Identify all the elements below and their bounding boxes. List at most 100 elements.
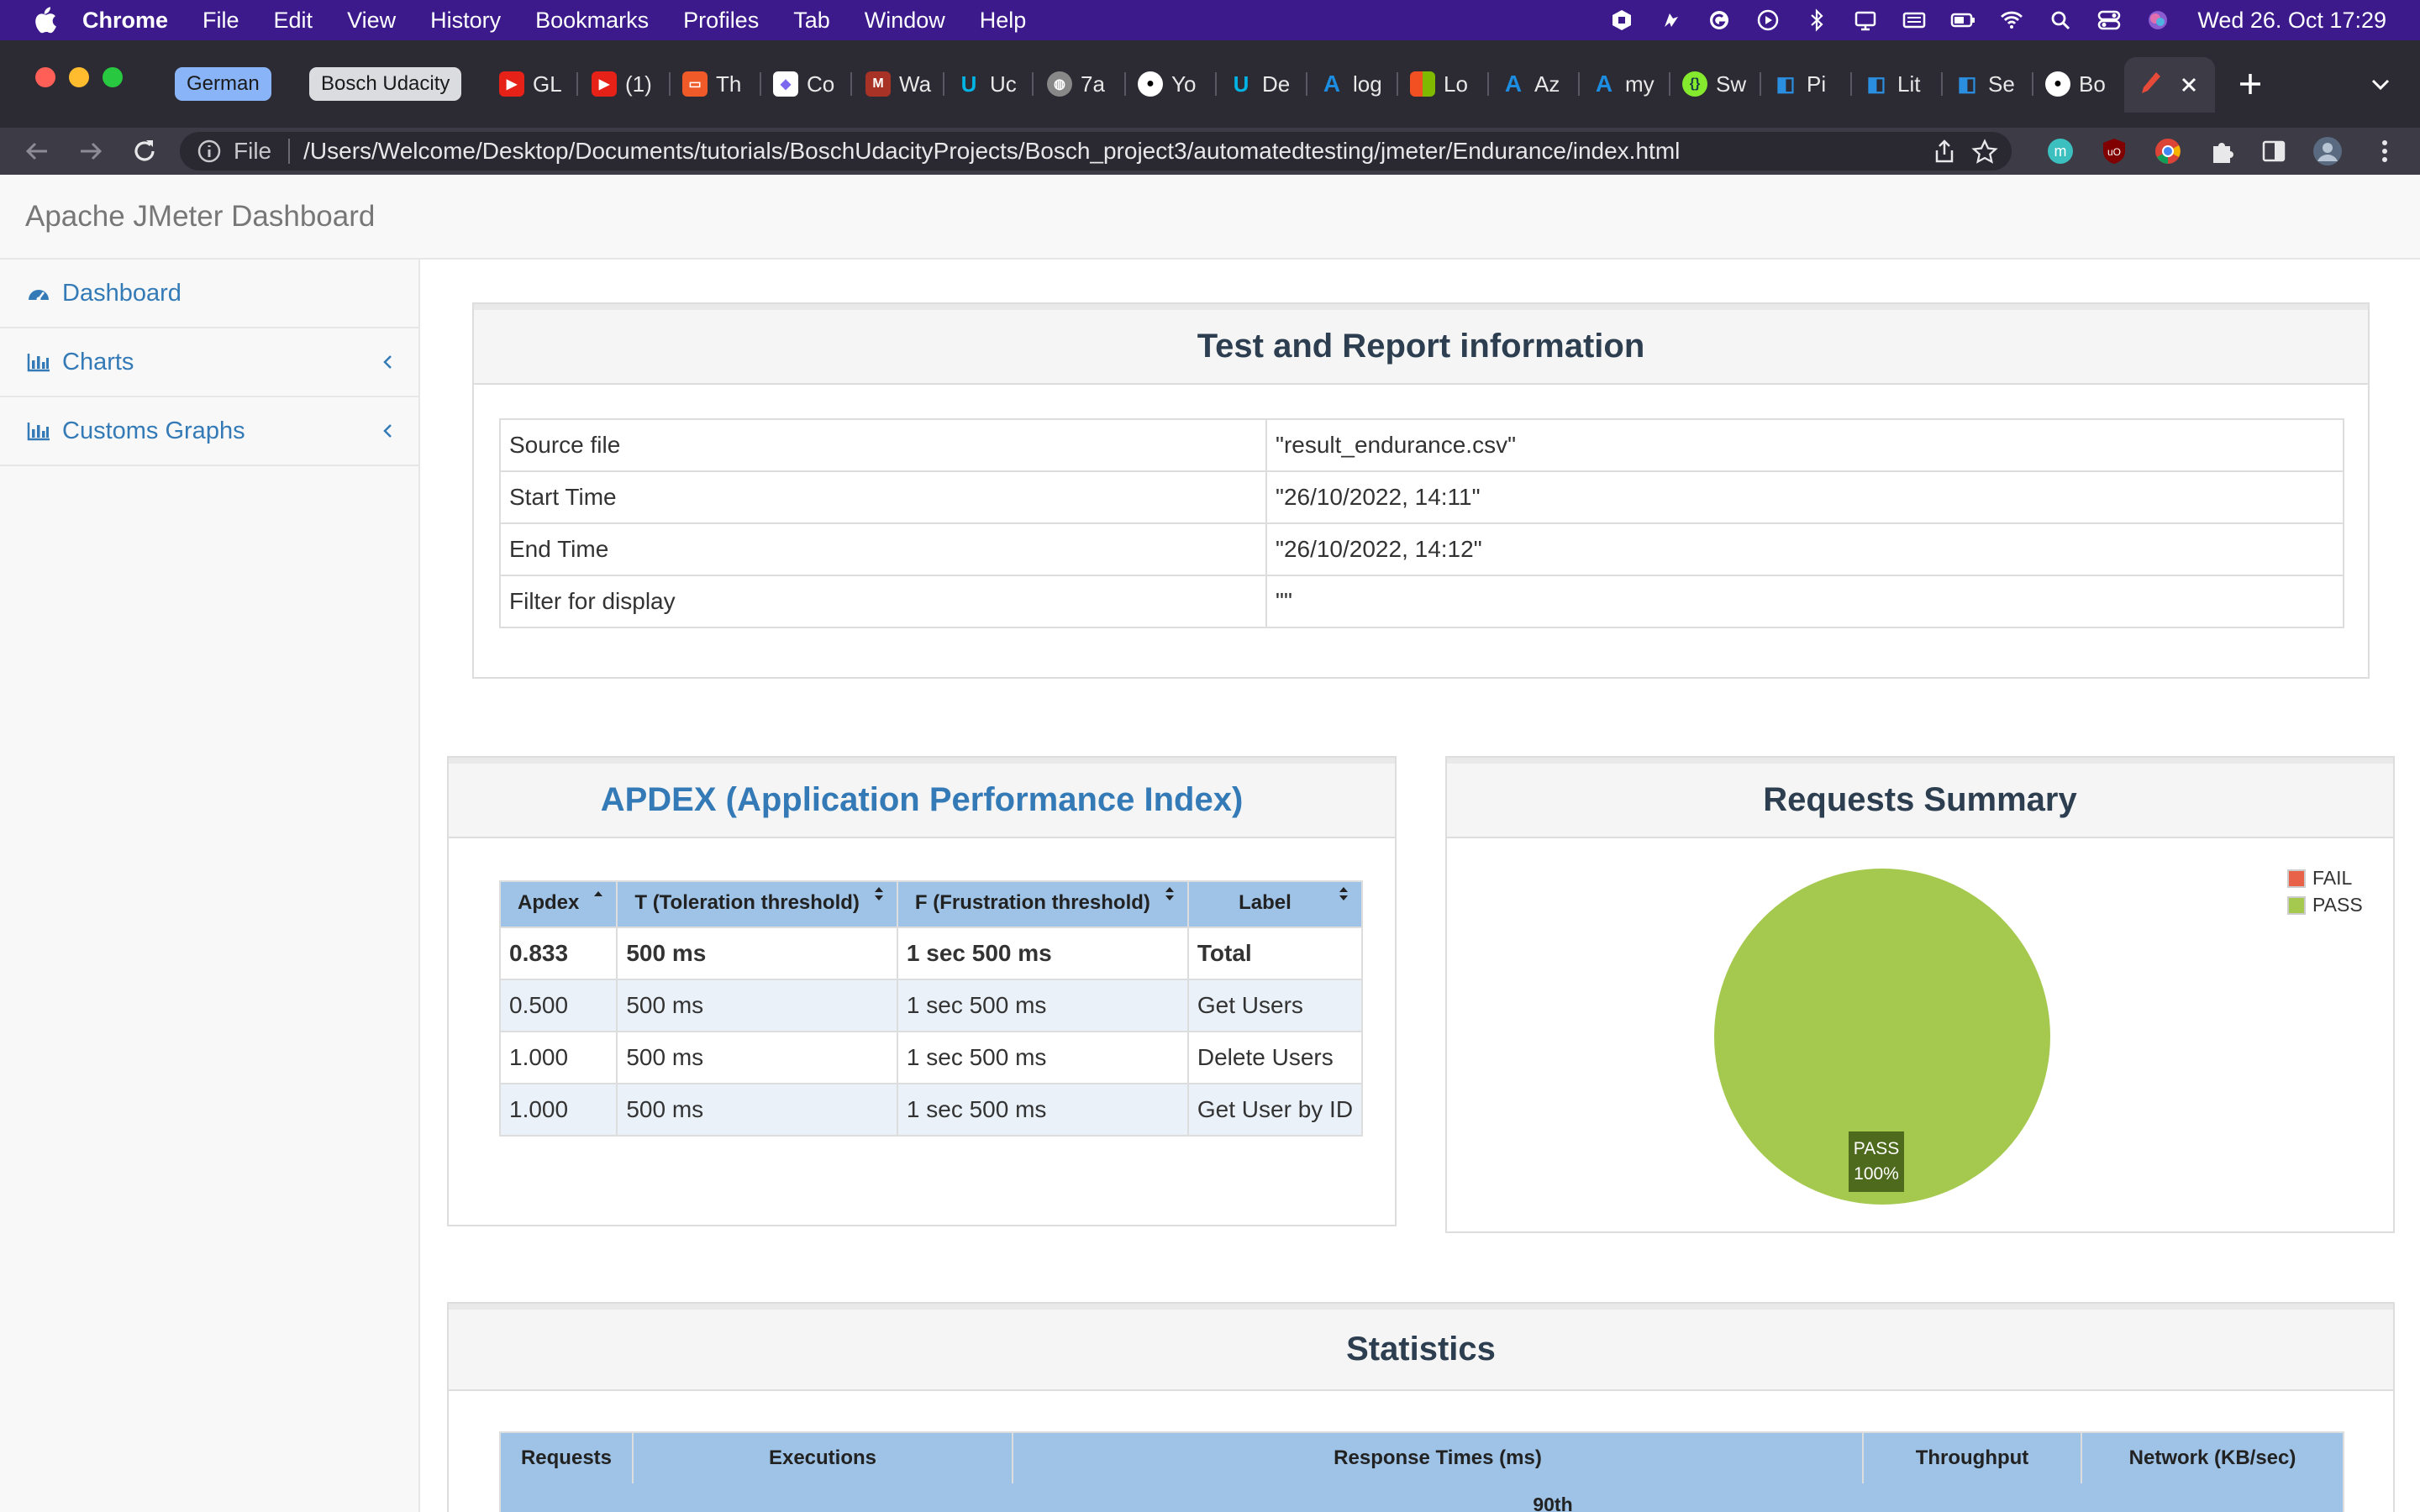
tab-pi[interactable]: ◧ Pi (1773, 66, 1826, 102)
sort-both-icon (874, 887, 883, 900)
tab-separator (1760, 72, 1761, 96)
siri-icon[interactable] (2145, 8, 2170, 32)
menu-bookmarks[interactable]: Bookmarks (535, 8, 649, 34)
sidebar-item-dashboard[interactable]: Dashboard (0, 260, 418, 328)
tab-log[interactable]: Alog (1319, 66, 1382, 102)
tab-wa[interactable]: M Wa (865, 66, 931, 102)
menu-view[interactable]: View (347, 8, 396, 34)
extension-m-icon[interactable]: m (2044, 134, 2077, 168)
control-center-icon[interactable] (2096, 8, 2122, 32)
tab-yo[interactable]: ● Yo (1138, 66, 1196, 102)
window-zoom-button[interactable] (103, 67, 123, 87)
tab-lit[interactable]: ◧ Lit (1864, 66, 1921, 102)
back-button[interactable] (20, 128, 54, 175)
chrome-menu-icon[interactable] (2368, 134, 2402, 168)
menu-tab[interactable]: Tab (793, 8, 830, 34)
display-icon[interactable] (1853, 8, 1878, 32)
tab-se[interactable]: ◧ Se (1954, 66, 2015, 102)
menu-edit[interactable]: Edit (274, 8, 313, 34)
tab-bo[interactable]: ● Bo (2045, 66, 2106, 102)
apdex-col-header[interactable]: Label (1186, 880, 1364, 928)
apdex-table: Apdex T (Toleration threshold) F (Frustr… (498, 880, 1364, 1137)
tab-7a[interactable]: ◍ 7a (1047, 66, 1105, 102)
ublock-icon[interactable]: uO (2097, 134, 2131, 168)
apdex-panel: APDEX (Application Performance Index) Ap… (447, 756, 1397, 1226)
apdex-title[interactable]: APDEX (Application Performance Index) (449, 758, 1395, 838)
spotlight-icon[interactable] (2048, 8, 2073, 32)
apdex-cell: 500 ms (616, 979, 898, 1032)
battery-icon[interactable] (1950, 8, 1975, 32)
window-minimize-button[interactable] (69, 67, 89, 87)
tab-uc[interactable]: U Uc (956, 66, 1017, 102)
azure-icon: A (1504, 71, 1523, 97)
info-icon[interactable] (197, 139, 222, 164)
menubar-clock[interactable]: Wed 26. Oct 17:29 (2197, 8, 2386, 34)
tab-co[interactable]: ◆ Co (773, 66, 834, 102)
apdex-col-header[interactable]: Apdex (498, 880, 618, 928)
tab-gl[interactable]: ▶ GL (499, 66, 562, 102)
puzzle-extensions-icon[interactable] (2205, 134, 2238, 168)
stat-group-header: Throughput (1862, 1431, 2082, 1485)
tab-group-bosch-udacity[interactable]: Bosch Udacity (309, 67, 462, 101)
apple-icon[interactable] (32, 7, 57, 34)
menu-app-chrome[interactable]: Chrome (82, 8, 168, 34)
tab-lo[interactable]: Lo (1410, 66, 1468, 102)
tab-1[interactable]: ▶ (1) (592, 66, 652, 102)
proxy-icon[interactable] (1609, 8, 1634, 32)
side-panel-icon[interactable] (2257, 134, 2291, 168)
svg-text:m: m (2054, 143, 2067, 160)
legend-label: PASS (2312, 894, 2363, 916)
address-url[interactable]: /Users/Welcome/Desktop/Documents/tutoria… (303, 138, 1680, 165)
tab-group-german[interactable]: German (175, 67, 271, 101)
table-header-row: Requests Executions Response Times (ms) … (499, 1431, 2344, 1485)
window-close-button[interactable] (35, 67, 55, 87)
keyboard-icon[interactable] (1902, 8, 1927, 32)
close-tab-icon[interactable] (2180, 76, 2198, 94)
tab-my[interactable]: Amy (1591, 66, 1655, 102)
tab-th[interactable]: ▭ Th (682, 66, 741, 102)
share-icon[interactable] (1933, 139, 1956, 164)
grammarly-icon[interactable] (1707, 8, 1732, 32)
tab-sw[interactable]: {} Sw (1682, 66, 1746, 102)
bookmark-star-icon[interactable] (1971, 139, 1998, 164)
wifi-icon[interactable] (1999, 8, 2024, 32)
menu-file[interactable]: File (203, 8, 239, 34)
info-value: "26/10/2022, 14:11" (1265, 470, 2344, 524)
menu-history[interactable]: History (430, 8, 501, 34)
legend-item-fail[interactable]: FAIL (2287, 867, 2352, 890)
menu-window[interactable]: Window (865, 8, 945, 34)
table-row: 1.000 500 ms 1 sec 500 ms Get User by ID (498, 1083, 1364, 1137)
play-icon[interactable] (1755, 8, 1781, 32)
azure-devops-icon: ◧ (1866, 72, 1886, 96)
pointer-icon[interactable] (1658, 8, 1683, 32)
table-row: Source file "result_endurance.csv" (499, 418, 2344, 472)
tab-az[interactable]: A Az (1501, 66, 1560, 102)
sort-asc-icon (594, 891, 603, 896)
menu-help[interactable]: Help (980, 8, 1027, 34)
active-tab[interactable] (2124, 57, 2215, 113)
apdex-cell: 1.000 (498, 1083, 618, 1137)
legend-item-pass[interactable]: PASS (2287, 894, 2363, 916)
apdex-col-header[interactable]: F (Frustration threshold) (896, 880, 1189, 928)
bluetooth-icon[interactable] (1804, 8, 1829, 32)
sidebar-item-customs-graphs[interactable]: Customs Graphs (0, 397, 418, 466)
chrome-extension-icon[interactable] (2151, 134, 2185, 168)
tab-separator (943, 72, 944, 96)
apdex-cell: 1 sec 500 ms (896, 979, 1189, 1032)
tab-de[interactable]: U De (1228, 66, 1291, 102)
brand-title[interactable]: Apache JMeter Dashboard (25, 200, 375, 234)
apdex-cell: 1 sec 500 ms (896, 1083, 1189, 1137)
apdex-col-header[interactable]: T (Toleration threshold) (616, 880, 898, 928)
profile-avatar[interactable] (2311, 134, 2344, 168)
address-bar[interactable]: File /Users/Welcome/Desktop/Documents/tu… (180, 132, 2012, 171)
info-value: "result_endurance.csv" (1265, 418, 2344, 472)
menu-profiles[interactable]: Profiles (683, 8, 759, 34)
sidebar-item-charts[interactable]: Charts (0, 328, 418, 397)
tab-separator (1487, 72, 1489, 96)
pie-slice-label-name: PASS (1853, 1139, 1900, 1158)
new-tab-icon[interactable] (2237, 71, 2264, 97)
stat-col-header[interactable]: 90th (1494, 1494, 1612, 1512)
reload-button[interactable] (128, 128, 161, 175)
tab-search-chevron-icon[interactable] (2370, 76, 2391, 92)
forward-button[interactable] (74, 128, 108, 175)
